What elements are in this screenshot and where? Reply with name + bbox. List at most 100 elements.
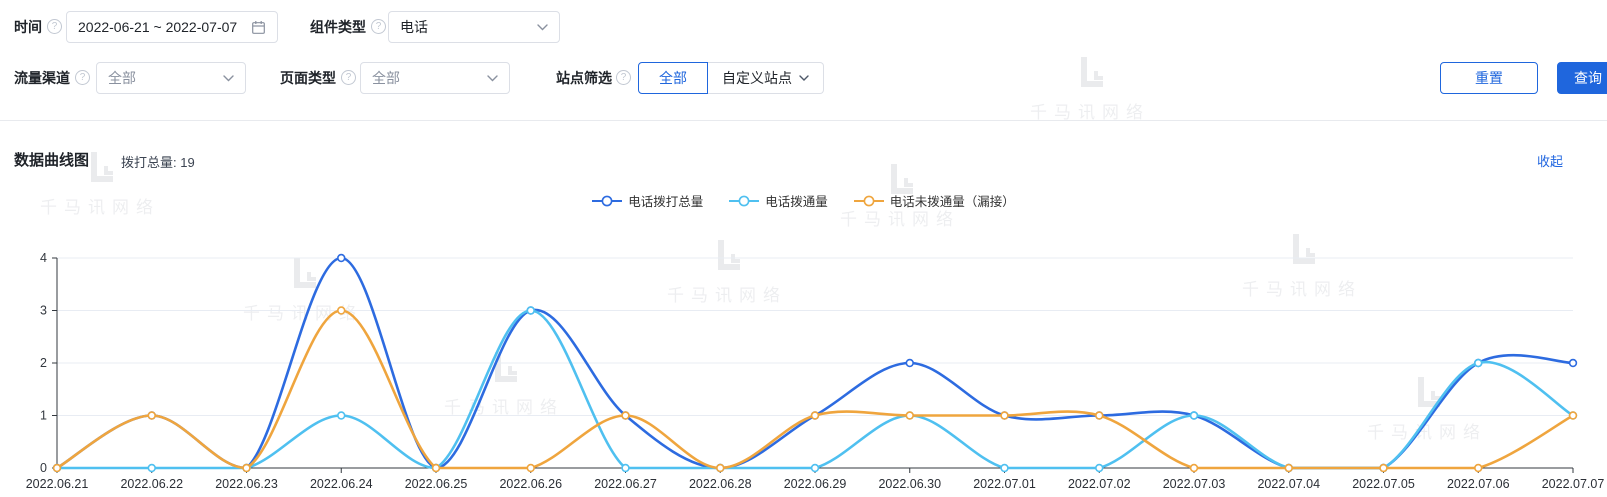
y-tick-label: 2: [40, 356, 47, 370]
component-type-select[interactable]: 电话: [388, 11, 560, 43]
x-tick-label: 2022.06.21: [26, 477, 89, 491]
traffic-channel-label: 流量渠道: [14, 62, 70, 94]
data-point-marker: [1001, 465, 1008, 472]
x-tick-label: 2022.06.26: [499, 477, 562, 491]
watermark-logo-icon: [85, 150, 115, 186]
page-type-value: 全部: [372, 68, 487, 88]
legend-item[interactable]: 电话拨打总量: [592, 191, 703, 210]
x-tick-label: 2022.06.27: [594, 477, 657, 491]
legend-marker-icon: [592, 195, 622, 207]
component-type-help-icon[interactable]: [371, 19, 386, 34]
chart-legend: 电话拨打总量 电话拨通量 电话未拨通量（漏接）: [0, 191, 1607, 210]
reset-button[interactable]: 重置: [1440, 62, 1538, 94]
x-tick-label: 2022.06.29: [784, 477, 847, 491]
y-tick-label: 3: [40, 304, 47, 318]
x-tick-label: 2022.07.02: [1068, 477, 1131, 491]
chevron-down-icon: [487, 75, 498, 82]
legend-item-label: 电话拨打总量: [628, 191, 703, 210]
panel-divider: [0, 120, 1607, 121]
x-tick-label: 2022.06.22: [120, 477, 183, 491]
data-point-marker: [148, 412, 155, 419]
site-filter-segmented: 全部 自定义站点: [638, 62, 824, 94]
data-point-marker: [622, 465, 629, 472]
site-filter-all-label: 全部: [659, 68, 687, 88]
chevron-down-icon: [537, 24, 548, 31]
page-type-help-icon[interactable]: [341, 70, 356, 85]
legend-item-label: 电话未拨通量（漏接）: [890, 191, 1015, 210]
site-filter-all-button[interactable]: 全部: [638, 62, 708, 94]
site-filter-custom-label: 自定义站点: [722, 68, 792, 88]
data-point-marker: [527, 307, 534, 314]
data-point-marker: [812, 412, 819, 419]
y-tick-label: 1: [40, 409, 47, 423]
data-point-marker: [1570, 360, 1577, 367]
x-tick-label: 2022.07.05: [1352, 477, 1415, 491]
data-point-marker: [338, 412, 345, 419]
legend-marker-icon: [729, 195, 759, 207]
data-point-marker: [243, 465, 250, 472]
series-line-1: [57, 311, 1573, 469]
data-point-marker: [338, 255, 345, 262]
date-range-value: 2022-06-21 ~ 2022-07-07: [78, 19, 251, 35]
data-point-marker: [1191, 465, 1198, 472]
legend-item[interactable]: 电话未拨通量（漏接）: [854, 191, 1015, 210]
data-point-marker: [54, 465, 61, 472]
chevron-down-icon: [223, 75, 234, 82]
date-range-input[interactable]: 2022-06-21 ~ 2022-07-07: [66, 11, 278, 43]
time-filter-label: 时间: [14, 11, 42, 43]
data-point-marker: [338, 307, 345, 314]
calendar-icon[interactable]: [251, 20, 266, 35]
data-point-marker: [1096, 465, 1103, 472]
data-point-marker: [717, 465, 724, 472]
legend-item[interactable]: 电话拨通量: [729, 191, 828, 210]
data-point-marker: [1096, 412, 1103, 419]
data-point-marker: [1570, 412, 1577, 419]
reset-button-label: 重置: [1475, 68, 1503, 88]
y-tick-label: 0: [40, 461, 47, 475]
x-tick-label: 2022.06.25: [405, 477, 468, 491]
data-point-marker: [148, 465, 155, 472]
x-tick-label: 2022.07.07: [1542, 477, 1605, 491]
x-tick-label: 2022.06.23: [215, 477, 278, 491]
data-point-marker: [1475, 465, 1482, 472]
traffic-channel-value: 全部: [108, 68, 223, 88]
legend-item-label: 电话拨通量: [765, 191, 828, 210]
collapse-link[interactable]: 收起: [1537, 151, 1563, 170]
data-point-marker: [906, 412, 913, 419]
x-tick-label: 2022.07.04: [1257, 477, 1320, 491]
data-point-marker: [812, 465, 819, 472]
x-tick-label: 2022.07.06: [1447, 477, 1510, 491]
data-point-marker: [527, 465, 534, 472]
data-point-marker: [1001, 412, 1008, 419]
traffic-channel-select[interactable]: 全部: [96, 62, 246, 94]
x-tick-label: 2022.06.30: [878, 477, 941, 491]
time-help-icon[interactable]: [47, 19, 62, 34]
site-filter-label: 站点筛选: [556, 62, 612, 94]
page-type-select[interactable]: 全部: [360, 62, 510, 94]
data-point-marker: [1475, 360, 1482, 367]
chevron-down-icon: [799, 75, 809, 81]
data-point-marker: [1191, 412, 1198, 419]
x-tick-label: 2022.07.03: [1163, 477, 1226, 491]
traffic-channel-help-icon[interactable]: [75, 70, 90, 85]
component-type-label: 组件类型: [310, 11, 366, 43]
data-point-marker: [433, 465, 440, 472]
site-filter-custom-button[interactable]: 自定义站点: [708, 62, 824, 94]
data-point-marker: [1285, 465, 1292, 472]
data-point-marker: [1380, 465, 1387, 472]
query-button-label: 查询: [1574, 68, 1602, 88]
legend-marker-icon: [854, 195, 884, 207]
chart-title: 数据曲线图: [14, 149, 89, 170]
total-calls-stat: 拨打总量: 19: [121, 152, 195, 171]
page-type-label: 页面类型: [280, 62, 336, 94]
x-tick-label: 2022.07.01: [973, 477, 1036, 491]
curve-chart[interactable]: 0 1 2 3 4 2022.06.21 2022.06.22 2022.06.23 2022.…: [0, 230, 1607, 497]
x-tick-label: 2022.06.28: [689, 477, 752, 491]
data-point-marker: [906, 360, 913, 367]
x-tick-label: 2022.06.24: [310, 477, 373, 491]
y-tick-label: 4: [40, 251, 47, 265]
query-button[interactable]: 查询: [1557, 62, 1607, 94]
filter-panel: 时间 2022-06-21 ~ 2022-07-07 组件类型 电话 流量渠道 …: [0, 0, 1607, 120]
site-filter-help-icon[interactable]: [616, 70, 631, 85]
data-point-marker: [622, 412, 629, 419]
